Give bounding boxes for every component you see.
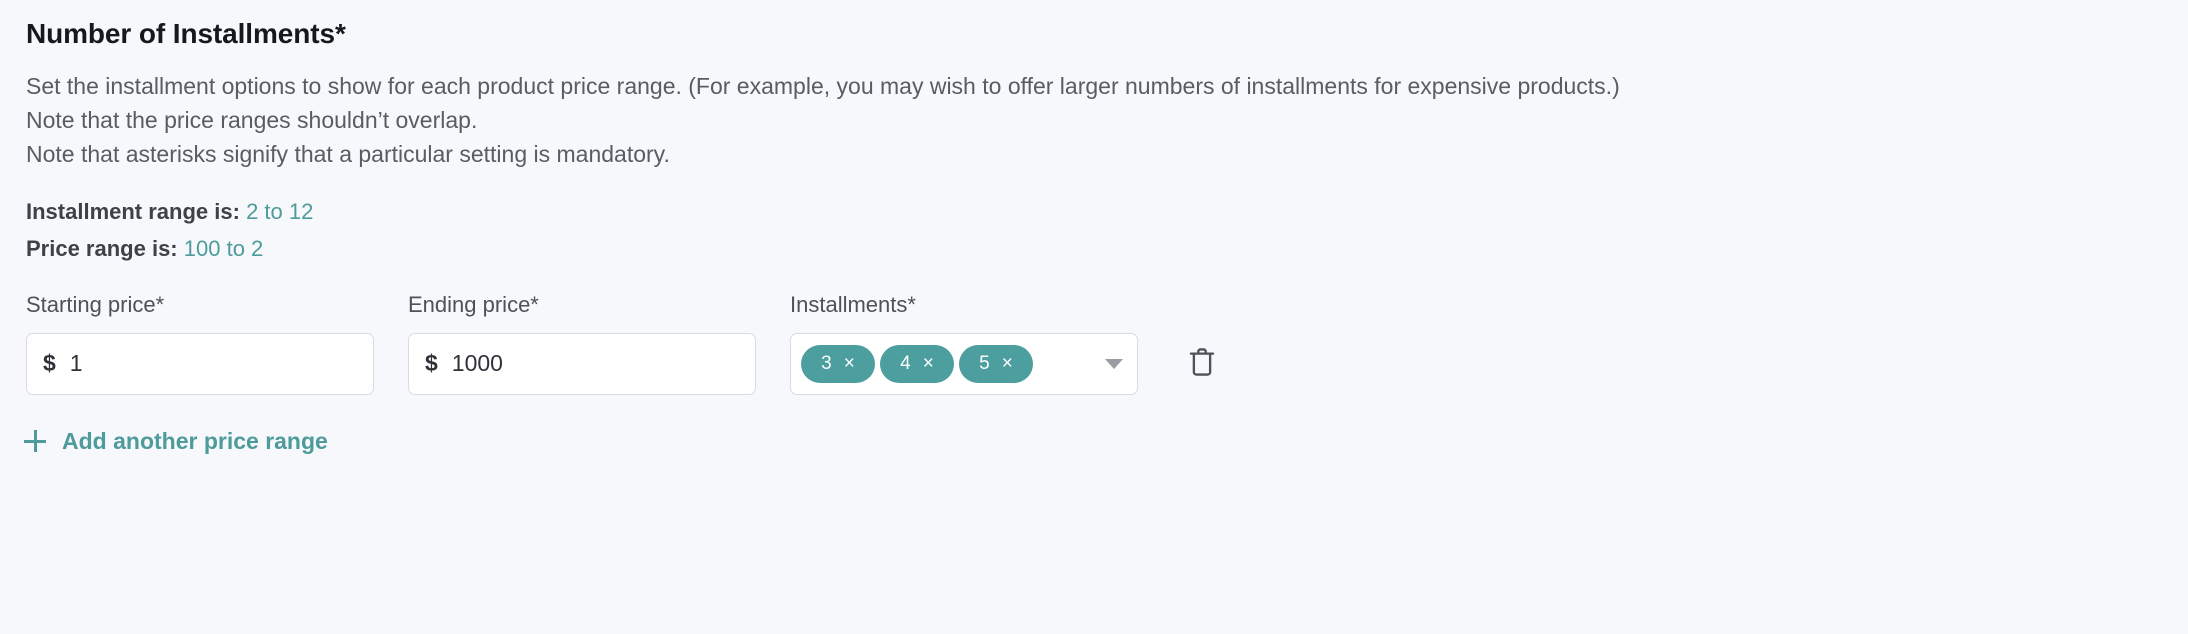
delete-price-range-button[interactable]: [1182, 342, 1222, 382]
installments-tag-list: 3 × 4 × 5 ×: [801, 344, 1097, 383]
section-description: Set the installment options to show for …: [26, 69, 2188, 171]
price-range-label: Price range is:: [26, 236, 178, 262]
installment-tag-label: 3: [821, 353, 832, 375]
description-line-2: Note that the price ranges shouldn’t ove…: [26, 107, 478, 134]
add-another-price-range-label: Add another price range: [62, 427, 328, 454]
installments-field: Installments* 3 × 4 × 5 ×: [790, 292, 1138, 395]
starting-price-input-shell[interactable]: $: [26, 332, 374, 395]
installment-range-value: 2 to 12: [246, 199, 314, 225]
price-range-value: 100 to 2: [183, 236, 264, 262]
starting-price-input[interactable]: [69, 350, 357, 378]
installment-tag-label: 5: [979, 353, 990, 375]
trash-icon: [1189, 347, 1215, 376]
close-icon[interactable]: ×: [923, 354, 934, 373]
starting-price-field: Starting price* $: [26, 292, 374, 395]
starting-price-label: Starting price*: [26, 292, 165, 318]
add-another-price-range-link[interactable]: Add another price range: [24, 428, 328, 455]
installment-range-row: Installment range is: 2 to 12: [26, 193, 2188, 230]
plus-icon: [24, 430, 46, 453]
ending-price-field: Ending price* $: [408, 292, 756, 395]
close-icon[interactable]: ×: [844, 354, 855, 373]
description-line-1: Set the installment options to show for …: [26, 73, 1620, 100]
currency-icon: $: [425, 350, 438, 377]
installment-tag[interactable]: 4 ×: [880, 344, 954, 383]
installments-settings-panel: Number of Installments* Set the installm…: [0, 0, 2188, 634]
description-line-3: Note that asterisks signify that a parti…: [26, 141, 670, 168]
ending-price-input-shell[interactable]: $: [408, 332, 756, 395]
page-title: Number of Installments*: [26, 18, 346, 49]
close-icon[interactable]: ×: [1002, 354, 1013, 373]
price-range-row-form: Starting price* $ Ending price* $ Instal…: [26, 292, 2188, 395]
price-range-row: Price range is: 100 to 2: [26, 230, 2188, 267]
installments-multiselect[interactable]: 3 × 4 × 5 ×: [790, 332, 1138, 395]
installment-range-label: Installment range is:: [26, 199, 240, 225]
installment-tag-label: 4: [900, 353, 911, 375]
currency-icon: $: [43, 350, 56, 377]
panel-content: Number of Installments* Set the installm…: [24, 0, 2188, 634]
ending-price-input[interactable]: [451, 350, 739, 378]
installments-label: Installments*: [790, 292, 916, 318]
installment-tag[interactable]: 5 ×: [959, 344, 1033, 383]
installment-tag[interactable]: 3 ×: [801, 344, 875, 383]
chevron-down-icon[interactable]: [1105, 358, 1123, 369]
range-info-block: Installment range is: 2 to 12 Price rang…: [26, 193, 2188, 267]
ending-price-label: Ending price*: [408, 292, 539, 318]
